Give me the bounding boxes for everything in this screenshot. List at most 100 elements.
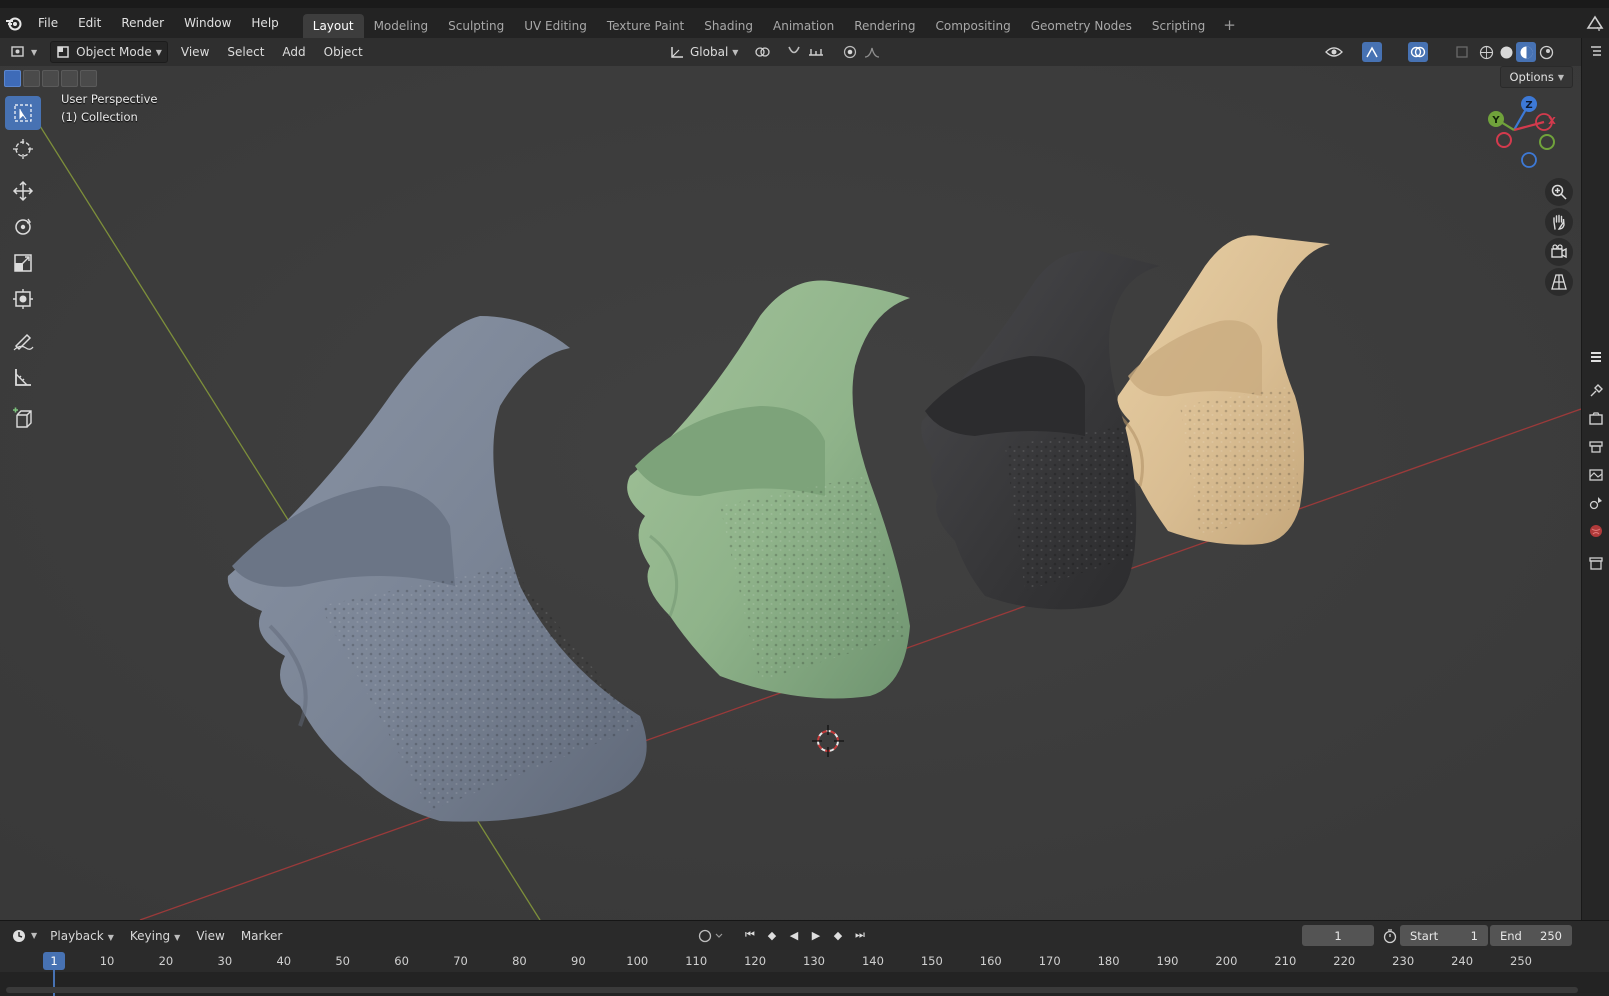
add-workspace-button[interactable]: +	[1215, 16, 1244, 34]
select-mode-intersect[interactable]	[80, 70, 97, 87]
options-dropdown[interactable]: Options ▼	[1500, 66, 1573, 88]
solid-shading-icon[interactable]	[1496, 42, 1516, 62]
navigation-gizmo[interactable]: Z Y X	[1478, 94, 1558, 177]
current-frame-field[interactable]: 1	[1302, 925, 1374, 946]
transform-tool[interactable]	[5, 282, 41, 316]
tool-shelf	[5, 96, 43, 438]
menu-edit[interactable]: Edit	[68, 8, 111, 38]
blender-logo-icon[interactable]	[0, 8, 28, 38]
select-mode-new[interactable]	[4, 70, 21, 87]
scene-properties-icon[interactable]	[1587, 494, 1605, 512]
play-reverse-icon[interactable]: ◀	[784, 925, 804, 945]
pan-hand-icon[interactable]	[1545, 208, 1573, 236]
rotate-tool[interactable]	[5, 210, 41, 244]
tab-geometry-nodes[interactable]: Geometry Nodes	[1021, 14, 1142, 38]
falloff-icon[interactable]	[862, 42, 882, 62]
output-properties-icon[interactable]	[1587, 438, 1605, 456]
perspective-grid-icon[interactable]	[1545, 268, 1573, 296]
timeline-scrollbar[interactable]	[6, 987, 1578, 993]
top-menubar: File Edit Render Window Help Layout Mode…	[0, 8, 1609, 38]
ruler-tick-label: 200	[1215, 954, 1238, 968]
gizmo-toggle-icon[interactable]	[1362, 42, 1382, 62]
end-frame-field[interactable]: End 250	[1490, 925, 1572, 946]
menu-window[interactable]: Window	[174, 8, 241, 38]
move-tool[interactable]	[5, 174, 41, 208]
menu-add[interactable]: Add	[277, 41, 310, 63]
auto-keying-toggle[interactable]	[696, 926, 726, 949]
menu-object[interactable]: Object	[319, 41, 368, 63]
outliner-icon[interactable]	[1587, 42, 1605, 60]
cursor-tool[interactable]	[5, 132, 41, 166]
measure-tool[interactable]	[5, 360, 41, 394]
rendered-shading-icon[interactable]	[1536, 42, 1556, 62]
timeline-area[interactable]: 10 20 30 40 50 60 70 80 90 100 110 120 130 140 150 160 1…	[0, 950, 1609, 996]
orientation-label: Global	[690, 45, 729, 59]
render-properties-icon[interactable]	[1587, 410, 1605, 428]
select-mode-subtract[interactable]	[42, 70, 59, 87]
timeline-menu-keying[interactable]: Keying ▼	[122, 929, 188, 943]
select-mode-invert[interactable]	[61, 70, 78, 87]
tab-shading[interactable]: Shading	[694, 14, 763, 38]
add-cube-tool[interactable]	[5, 402, 41, 436]
3d-viewport[interactable]: User Perspective (1) Collection Options ▼…	[0, 66, 1581, 920]
mode-dropdown[interactable]: Object Mode ▼	[50, 41, 168, 63]
snap-target-icon[interactable]	[806, 42, 826, 62]
scene-selector[interactable]: v	[1585, 14, 1605, 32]
tab-layout[interactable]: Layout	[302, 14, 364, 38]
stopwatch-icon[interactable]	[1382, 928, 1398, 947]
select-box-tool[interactable]	[5, 96, 41, 130]
tab-modeling[interactable]: Modeling	[364, 14, 439, 38]
camera-view-icon[interactable]	[1545, 238, 1573, 266]
timeline-menu-marker[interactable]: Marker	[233, 929, 290, 943]
zoom-icon[interactable]	[1545, 178, 1573, 206]
world-properties-icon[interactable]	[1587, 522, 1605, 540]
menu-help[interactable]: Help	[241, 8, 288, 38]
xray-icon[interactable]	[1452, 42, 1472, 62]
scene-render	[0, 66, 1581, 920]
jump-end-icon[interactable]: ⏭	[850, 925, 870, 945]
chevron-down-icon: ▼	[31, 931, 38, 940]
annotate-tool[interactable]	[5, 324, 41, 358]
visibility-icon[interactable]	[1324, 42, 1344, 62]
menu-view[interactable]: View	[176, 41, 214, 63]
playhead-indicator[interactable]: 1	[43, 952, 65, 970]
tab-sculpting[interactable]: Sculpting	[438, 14, 514, 38]
annotate-pencil-icon	[13, 333, 34, 351]
collection-properties-icon[interactable]	[1587, 554, 1605, 572]
ruler-tick-label: 30	[217, 954, 233, 968]
wireframe-shading-icon[interactable]	[1476, 42, 1496, 62]
jump-prev-keyframe-icon[interactable]: ◆	[762, 925, 782, 945]
jump-next-keyframe-icon[interactable]: ◆	[828, 925, 848, 945]
transform-orientation-dropdown[interactable]: Global ▼	[664, 41, 743, 63]
tab-animation[interactable]: Animation	[763, 14, 844, 38]
menu-render[interactable]: Render	[111, 8, 174, 38]
menu-select[interactable]: Select	[222, 41, 269, 63]
tab-rendering[interactable]: Rendering	[844, 14, 925, 38]
view-layer-icon[interactable]	[1587, 466, 1605, 484]
mode-label: Object Mode	[76, 45, 152, 59]
snap-icon[interactable]	[784, 42, 804, 62]
tool-settings-icon[interactable]	[1587, 382, 1605, 400]
select-mode-extend[interactable]	[23, 70, 40, 87]
timeline-menu-playback[interactable]: Playback ▼	[42, 929, 122, 943]
scale-tool[interactable]	[5, 246, 41, 280]
tab-texture-paint[interactable]: Texture Paint	[597, 14, 694, 38]
editor-type-button[interactable]: ▼	[6, 41, 42, 63]
properties-editor-icon[interactable]	[1587, 348, 1605, 366]
pivot-point-icon[interactable]	[752, 42, 772, 62]
scene-icon: v	[1586, 15, 1604, 32]
tab-scripting[interactable]: Scripting	[1142, 14, 1215, 38]
menu-file[interactable]: File	[28, 8, 68, 38]
tab-compositing[interactable]: Compositing	[925, 14, 1020, 38]
chevron-down-icon: ▼	[31, 47, 38, 57]
material-preview-icon[interactable]	[1516, 42, 1536, 62]
tab-uv-editing[interactable]: UV Editing	[514, 14, 597, 38]
timeline-editor-type-button[interactable]: ▼	[6, 925, 42, 947]
timeline-menu-view[interactable]: View	[188, 929, 232, 943]
jump-start-icon[interactable]: ⏮	[740, 925, 760, 945]
overlays-icon[interactable]	[1408, 42, 1428, 62]
proportional-editing-icon[interactable]	[840, 42, 860, 62]
start-frame-field[interactable]: Start 1	[1400, 925, 1488, 946]
play-icon[interactable]: ▶	[806, 925, 826, 945]
frame-ruler[interactable]: 10 20 30 40 50 60 70 80 90 100 110 120 130 140 150 160 1…	[0, 950, 1609, 972]
